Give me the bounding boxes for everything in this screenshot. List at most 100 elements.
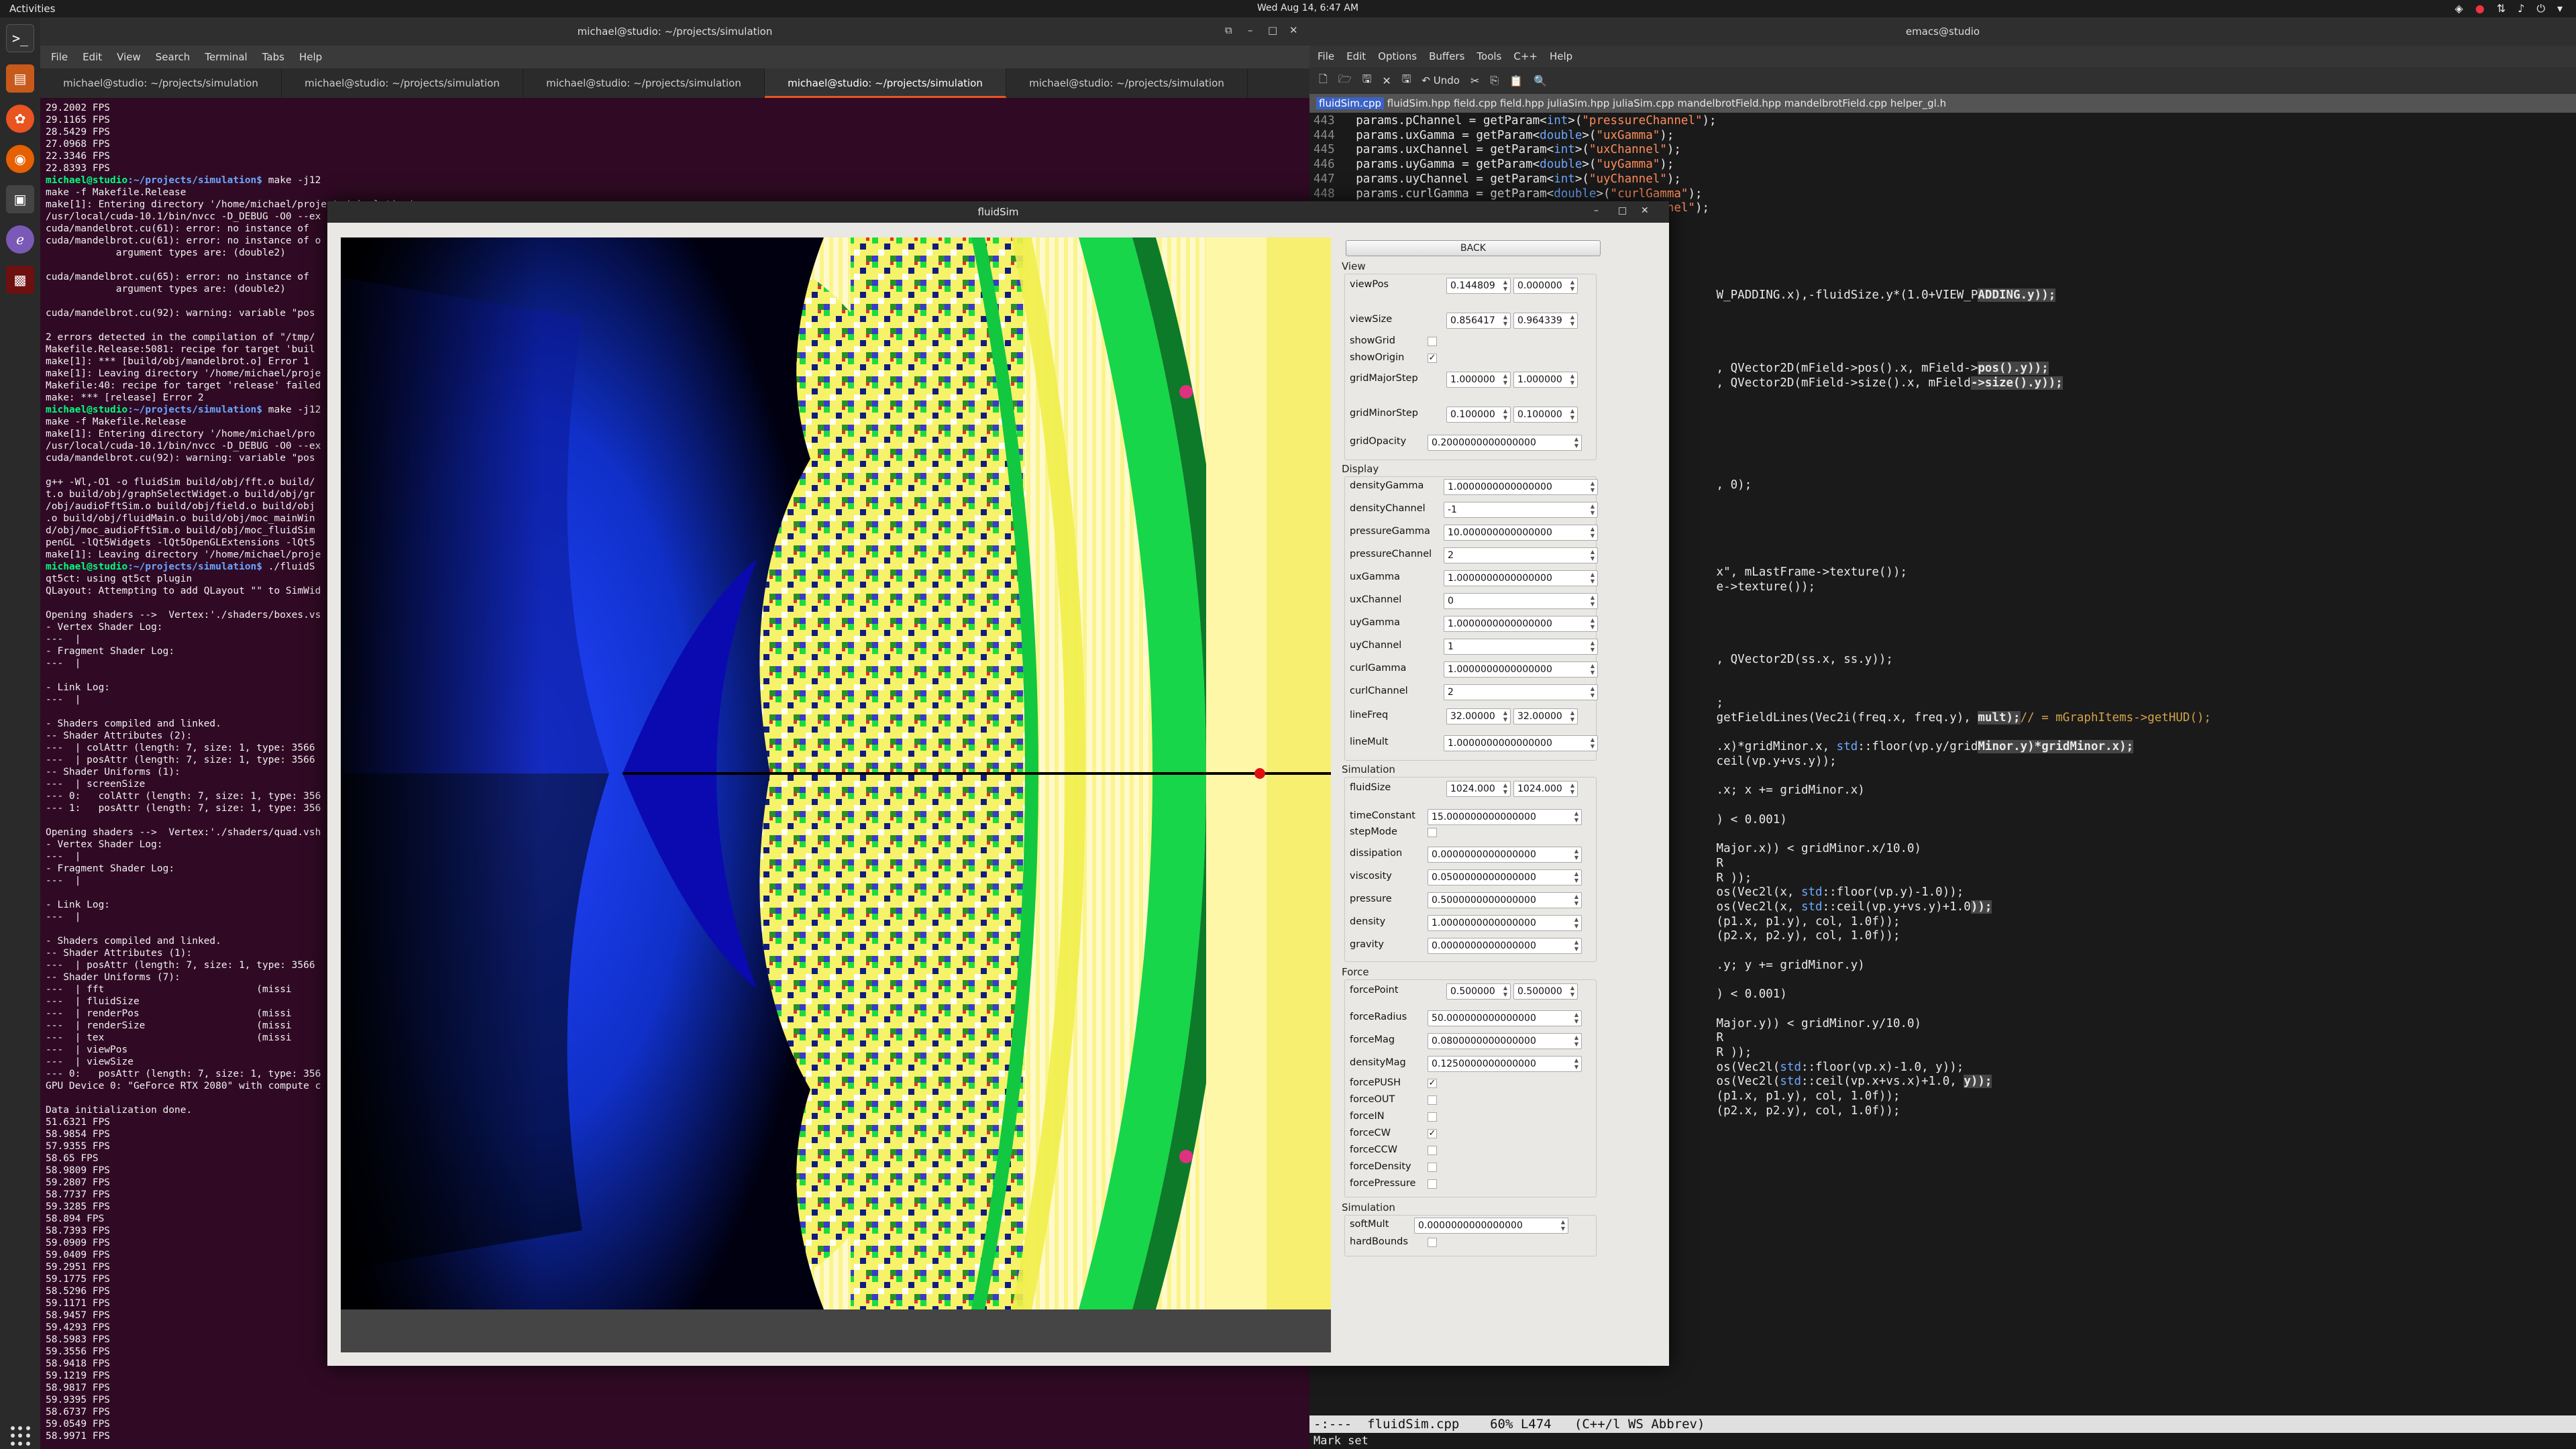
menu-item-edit[interactable]: Edit <box>83 51 102 63</box>
spinbox[interactable]: 1.0000000000000000 ▲ ▼ <box>1444 479 1598 495</box>
spin-arrows-icon[interactable]: ▲ ▼ <box>1589 480 1597 494</box>
spinbox[interactable]: 1.0000000000000000 ▲ ▼ <box>1444 616 1598 632</box>
network-icon[interactable]: ⇅ <box>2497 2 2506 15</box>
terminal-tab[interactable]: michael@studio: ~/projects/simulation <box>523 68 765 98</box>
firefox-icon[interactable]: ◉ <box>6 145 34 173</box>
menu-item-help[interactable]: Help <box>299 51 322 63</box>
spin-arrows-icon[interactable]: ▲ ▼ <box>1568 782 1576 796</box>
spin-arrows-icon[interactable]: ▲ ▼ <box>1572 848 1580 861</box>
spinbox[interactable]: 0 ▲ ▼ <box>1444 593 1598 609</box>
spinbox-y[interactable]: 0.000000 ▲ ▼ <box>1513 278 1578 294</box>
menu-item-tools[interactable]: Tools <box>1477 50 1501 62</box>
software-icon[interactable]: ✿ <box>6 105 34 133</box>
spinbox-x[interactable]: 0.144809 ▲ ▼ <box>1446 278 1511 294</box>
spinbox[interactable]: 10.000000000000000 ▲ ▼ <box>1444 525 1598 541</box>
spinbox-x[interactable]: 1.000000 ▲ ▼ <box>1446 372 1511 388</box>
terminal-tab[interactable]: michael@studio: ~/projects/simulation <box>40 68 282 98</box>
recording-icon[interactable]: ● <box>2475 2 2485 15</box>
spinbox-y[interactable]: 0.500000 ▲ ▼ <box>1513 983 1578 1000</box>
spinbox-x[interactable]: 32.00000 ▲ ▼ <box>1446 708 1511 724</box>
spinbox-y[interactable]: 0.100000 ▲ ▼ <box>1513 407 1578 423</box>
search-icon[interactable]: 🔍 <box>1534 74 1547 87</box>
spin-arrows-icon[interactable]: ▲ ▼ <box>1501 985 1509 998</box>
spinbox[interactable]: 1.0000000000000000 ▲ ▼ <box>1444 570 1598 586</box>
spinbox-x[interactable]: 0.500000 ▲ ▼ <box>1446 983 1511 1000</box>
close-icon[interactable]: ✕ <box>1641 205 1649 216</box>
dropbox-icon[interactable]: ◈ <box>2455 2 2463 15</box>
minimize-icon[interactable]: – <box>1248 24 1253 36</box>
spin-arrows-icon[interactable]: ▲ ▼ <box>1572 871 1580 884</box>
spinbox[interactable]: 2 ▲ ▼ <box>1444 684 1598 700</box>
undo-button[interactable]: ↶ Undo <box>1421 74 1460 87</box>
spinbox[interactable]: 15.000000000000000 ▲ ▼ <box>1428 809 1582 825</box>
tab-others[interactable]: fluidSim.hpp field.cpp field.hpp juliaSi… <box>1384 97 1946 109</box>
spin-arrows-icon[interactable]: ▲ ▼ <box>1568 373 1576 386</box>
spin-arrows-icon[interactable]: ▲ ▼ <box>1501 314 1509 327</box>
minimize-icon[interactable]: – <box>1594 205 1599 216</box>
spinbox[interactable]: 0.0000000000000000 ▲ ▼ <box>1414 1218 1568 1234</box>
save-icon[interactable]: 🖫 <box>1362 72 1372 90</box>
new-tab-icon[interactable]: ⧉ <box>1225 24 1232 36</box>
spin-arrows-icon[interactable]: ▲ ▼ <box>1501 782 1509 796</box>
spin-arrows-icon[interactable]: ▲ ▼ <box>1559 1219 1567 1232</box>
spin-arrows-icon[interactable]: ▲ ▼ <box>1589 526 1597 539</box>
spin-arrows-icon[interactable]: ▲ ▼ <box>1572 1012 1580 1025</box>
menu-item-file[interactable]: File <box>51 51 68 63</box>
fluidsim-icon[interactable]: ▩ <box>6 266 34 294</box>
spin-arrows-icon[interactable]: ▲ ▼ <box>1589 503 1597 517</box>
spin-arrows-icon[interactable]: ▲ ▼ <box>1572 436 1580 449</box>
maximize-icon[interactable]: □ <box>1618 205 1627 216</box>
checkbox[interactable] <box>1428 1095 1437 1105</box>
cut-icon[interactable]: ✂ <box>1470 74 1479 87</box>
tab-current[interactable]: fluidSim.cpp <box>1316 97 1385 109</box>
spinbox[interactable]: -1 ▲ ▼ <box>1444 502 1598 518</box>
checkbox[interactable] <box>1428 1238 1437 1247</box>
spin-arrows-icon[interactable]: ▲ ▼ <box>1589 549 1597 562</box>
spinbox[interactable]: 0.0500000000000000 ▲ ▼ <box>1428 869 1582 885</box>
menu-item-edit[interactable]: Edit <box>1346 50 1366 62</box>
back-button[interactable]: BACK <box>1346 240 1601 256</box>
spinbox[interactable]: 0.0000000000000000 ▲ ▼ <box>1428 938 1582 954</box>
spin-arrows-icon[interactable]: ▲ ▼ <box>1501 279 1509 292</box>
spinbox[interactable]: 0.2000000000000000 ▲ ▼ <box>1428 435 1582 451</box>
checkbox[interactable] <box>1428 828 1437 837</box>
spinbox[interactable]: 1.0000000000000000 ▲ ▼ <box>1428 915 1582 931</box>
spinbox[interactable]: 0.5000000000000000 ▲ ▼ <box>1428 892 1582 908</box>
menu-item-buffers[interactable]: Buffers <box>1429 50 1464 62</box>
checkbox[interactable]: ✓ <box>1428 1129 1437 1138</box>
files-icon[interactable]: ▤ <box>6 64 34 93</box>
save-as-icon[interactable]: 🖫 <box>1402 72 1411 90</box>
spinbox[interactable]: 0.0800000000000000 ▲ ▼ <box>1428 1033 1582 1049</box>
spin-arrows-icon[interactable]: ▲ ▼ <box>1589 572 1597 585</box>
menu-item-terminal[interactable]: Terminal <box>205 51 247 63</box>
fractal-render[interactable] <box>341 237 1331 1309</box>
simulation-canvas[interactable] <box>341 237 1331 1309</box>
show-apps-icon[interactable] <box>11 1426 31 1446</box>
checkbox[interactable] <box>1428 1146 1437 1155</box>
spin-arrows-icon[interactable]: ▲ ▼ <box>1589 617 1597 631</box>
close-buffer-icon[interactable]: ✕ <box>1382 74 1391 87</box>
spin-arrows-icon[interactable]: ▲ ▼ <box>1568 314 1576 327</box>
spin-arrows-icon[interactable]: ▲ ▼ <box>1589 640 1597 653</box>
spin-arrows-icon[interactable]: ▲ ▼ <box>1568 710 1576 723</box>
terminal-tab[interactable]: michael@studio: ~/projects/simulation <box>282 68 523 98</box>
spin-arrows-icon[interactable]: ▲ ▼ <box>1572 916 1580 930</box>
spinbox-x[interactable]: 1024.000 ▲ ▼ <box>1446 781 1511 797</box>
spinbox-x[interactable]: 0.856417 ▲ ▼ <box>1446 313 1511 329</box>
spinbox[interactable]: 1.0000000000000000 ▲ ▼ <box>1444 735 1598 751</box>
spin-arrows-icon[interactable]: ▲ ▼ <box>1572 939 1580 953</box>
spinbox-y[interactable]: 1.000000 ▲ ▼ <box>1513 372 1578 388</box>
spinbox-y[interactable]: 32.00000 ▲ ▼ <box>1513 708 1578 724</box>
image-viewer-icon[interactable]: ▣ <box>6 185 34 213</box>
power-icon[interactable]: ⏻ <box>2536 2 2545 15</box>
maximize-icon[interactable]: □ <box>1268 24 1277 36</box>
open-folder-icon[interactable]: 🗁 <box>1338 72 1352 90</box>
spinbox[interactable]: 1 ▲ ▼ <box>1444 639 1598 655</box>
menu-item-search[interactable]: Search <box>156 51 191 63</box>
terminal-tab[interactable]: michael@studio: ~/projects/simulation <box>765 68 1006 98</box>
spinbox-y[interactable]: 1024.000 ▲ ▼ <box>1513 781 1578 797</box>
spin-arrows-icon[interactable]: ▲ ▼ <box>1572 1057 1580 1071</box>
checkbox[interactable]: ✓ <box>1428 354 1437 363</box>
new-file-icon[interactable]: 🗋 <box>1319 72 1328 90</box>
activities-button[interactable]: Activities <box>9 3 55 15</box>
